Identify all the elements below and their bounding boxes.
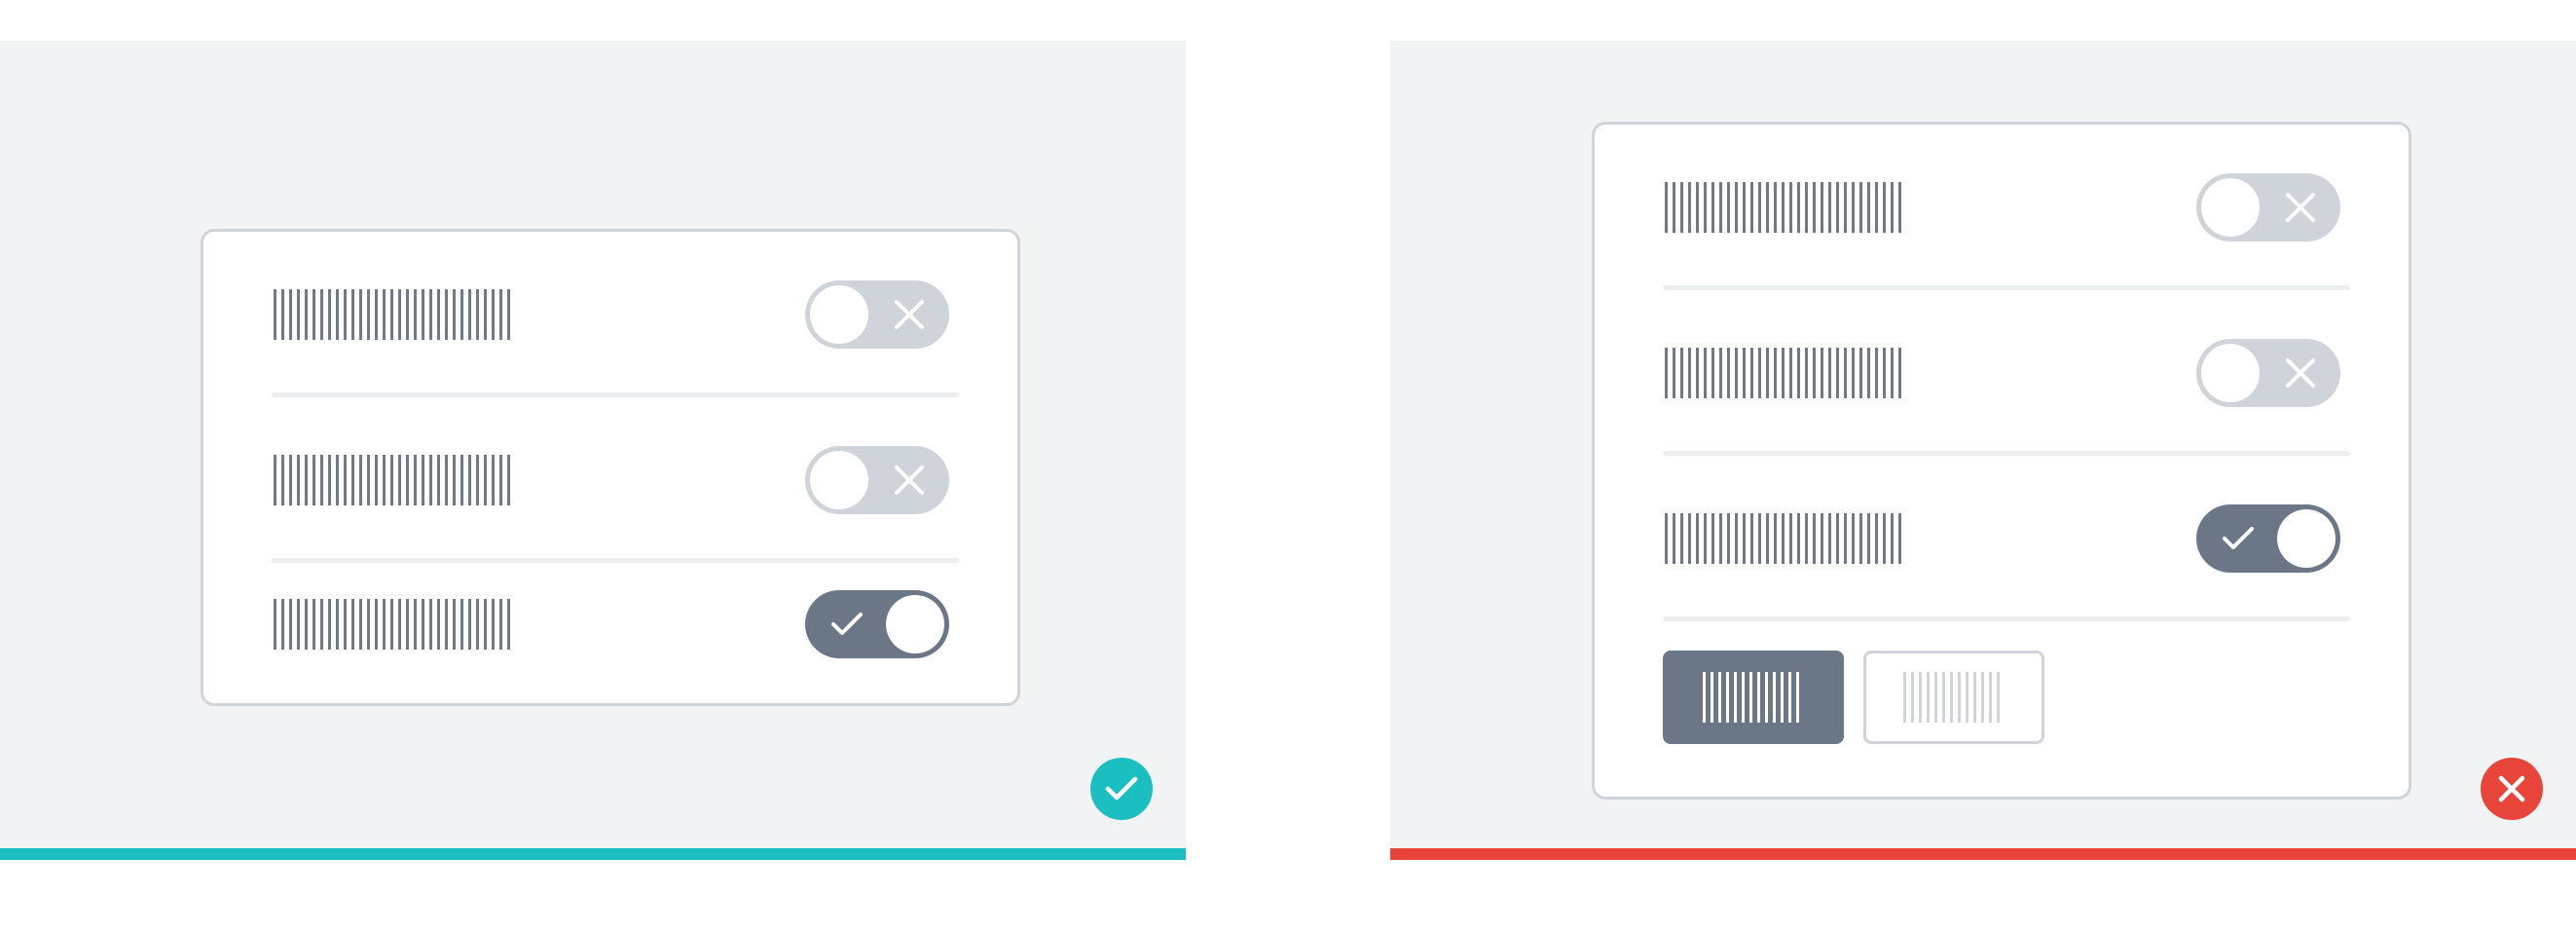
setting-label-placeholder bbox=[274, 455, 515, 505]
secondary-button[interactable] bbox=[1863, 651, 2044, 744]
check-icon bbox=[2223, 527, 2254, 549]
setting-label-placeholder bbox=[274, 599, 515, 650]
close-icon bbox=[2498, 775, 2525, 802]
toggle-knob bbox=[2201, 178, 2260, 237]
toggle-switch-off[interactable] bbox=[2196, 339, 2340, 407]
row-divider bbox=[1663, 616, 2350, 621]
settings-row bbox=[272, 563, 959, 709]
settings-card bbox=[1592, 122, 2411, 800]
toggle-switch-off[interactable] bbox=[2196, 173, 2340, 242]
toggle-knob bbox=[2277, 509, 2336, 568]
setting-label-placeholder bbox=[1665, 513, 1906, 564]
settings-row bbox=[1663, 125, 2350, 290]
setting-label-placeholder bbox=[1665, 182, 1906, 233]
toggle-knob bbox=[886, 595, 944, 653]
button-label-placeholder bbox=[1903, 672, 2005, 723]
toggle-knob bbox=[810, 451, 868, 509]
primary-button[interactable] bbox=[1663, 651, 1844, 744]
close-icon bbox=[895, 300, 924, 329]
toggle-knob bbox=[810, 285, 868, 344]
settings-row bbox=[272, 397, 959, 563]
toggle-switch-off[interactable] bbox=[805, 446, 949, 514]
settings-row bbox=[1663, 290, 2350, 456]
check-icon bbox=[1105, 776, 1138, 801]
toggle-switch-on[interactable] bbox=[805, 590, 949, 658]
settings-row bbox=[272, 232, 959, 397]
close-icon bbox=[2286, 358, 2315, 388]
incorrect-example-panel bbox=[1390, 41, 2576, 860]
incorrect-badge bbox=[2481, 758, 2543, 820]
close-icon bbox=[2286, 193, 2315, 222]
correct-indicator-bar bbox=[0, 848, 1186, 860]
button-label-placeholder bbox=[1703, 672, 1804, 723]
setting-label-placeholder bbox=[274, 289, 515, 340]
settings-card bbox=[201, 229, 1020, 706]
correct-example-panel bbox=[0, 41, 1186, 860]
incorrect-indicator-bar bbox=[1390, 848, 2576, 860]
settings-row bbox=[1663, 456, 2350, 621]
check-icon bbox=[831, 613, 863, 635]
close-icon bbox=[895, 466, 924, 495]
toggle-knob bbox=[2201, 344, 2260, 402]
setting-label-placeholder bbox=[1665, 348, 1906, 398]
correct-badge bbox=[1090, 758, 1153, 820]
toggle-switch-off[interactable] bbox=[805, 280, 949, 349]
toggle-switch-on[interactable] bbox=[2196, 504, 2340, 573]
